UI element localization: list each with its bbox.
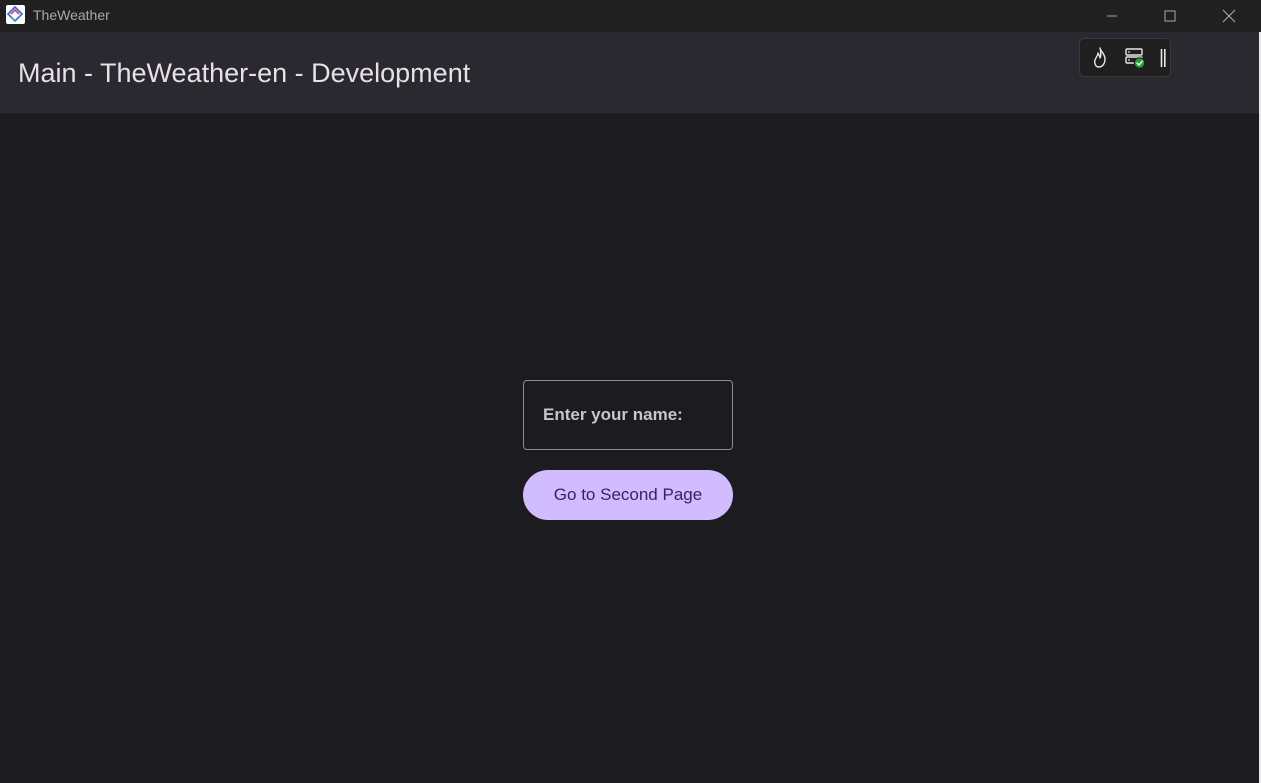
name-input-field[interactable]: Enter your name:: [523, 380, 733, 450]
drag-handle-icon[interactable]: [1159, 48, 1167, 68]
title-bar[interactable]: TheWeather: [0, 0, 1261, 32]
maximize-button[interactable]: [1147, 0, 1193, 32]
minimize-button[interactable]: [1089, 0, 1135, 32]
maximize-icon: [1164, 10, 1176, 22]
minimize-icon: [1107, 15, 1117, 17]
devtools-toolbar[interactable]: [1079, 38, 1171, 77]
app-window: TheWeather Main - TheWeather-en - Develo…: [0, 0, 1261, 783]
app-bar: Main - TheWeather-en - Development: [0, 32, 1261, 113]
page-title: Main - TheWeather-en - Development: [18, 58, 471, 88]
close-icon: [1222, 9, 1236, 23]
name-field-label: Enter your name:: [543, 405, 683, 424]
window-title: TheWeather: [33, 7, 110, 23]
go-to-second-page-button[interactable]: Go to Second Page: [523, 470, 733, 520]
server-check-icon[interactable]: [1124, 47, 1146, 69]
close-button[interactable]: [1206, 0, 1252, 32]
app-logo-icon: [6, 5, 25, 24]
flame-icon[interactable]: [1090, 47, 1110, 69]
